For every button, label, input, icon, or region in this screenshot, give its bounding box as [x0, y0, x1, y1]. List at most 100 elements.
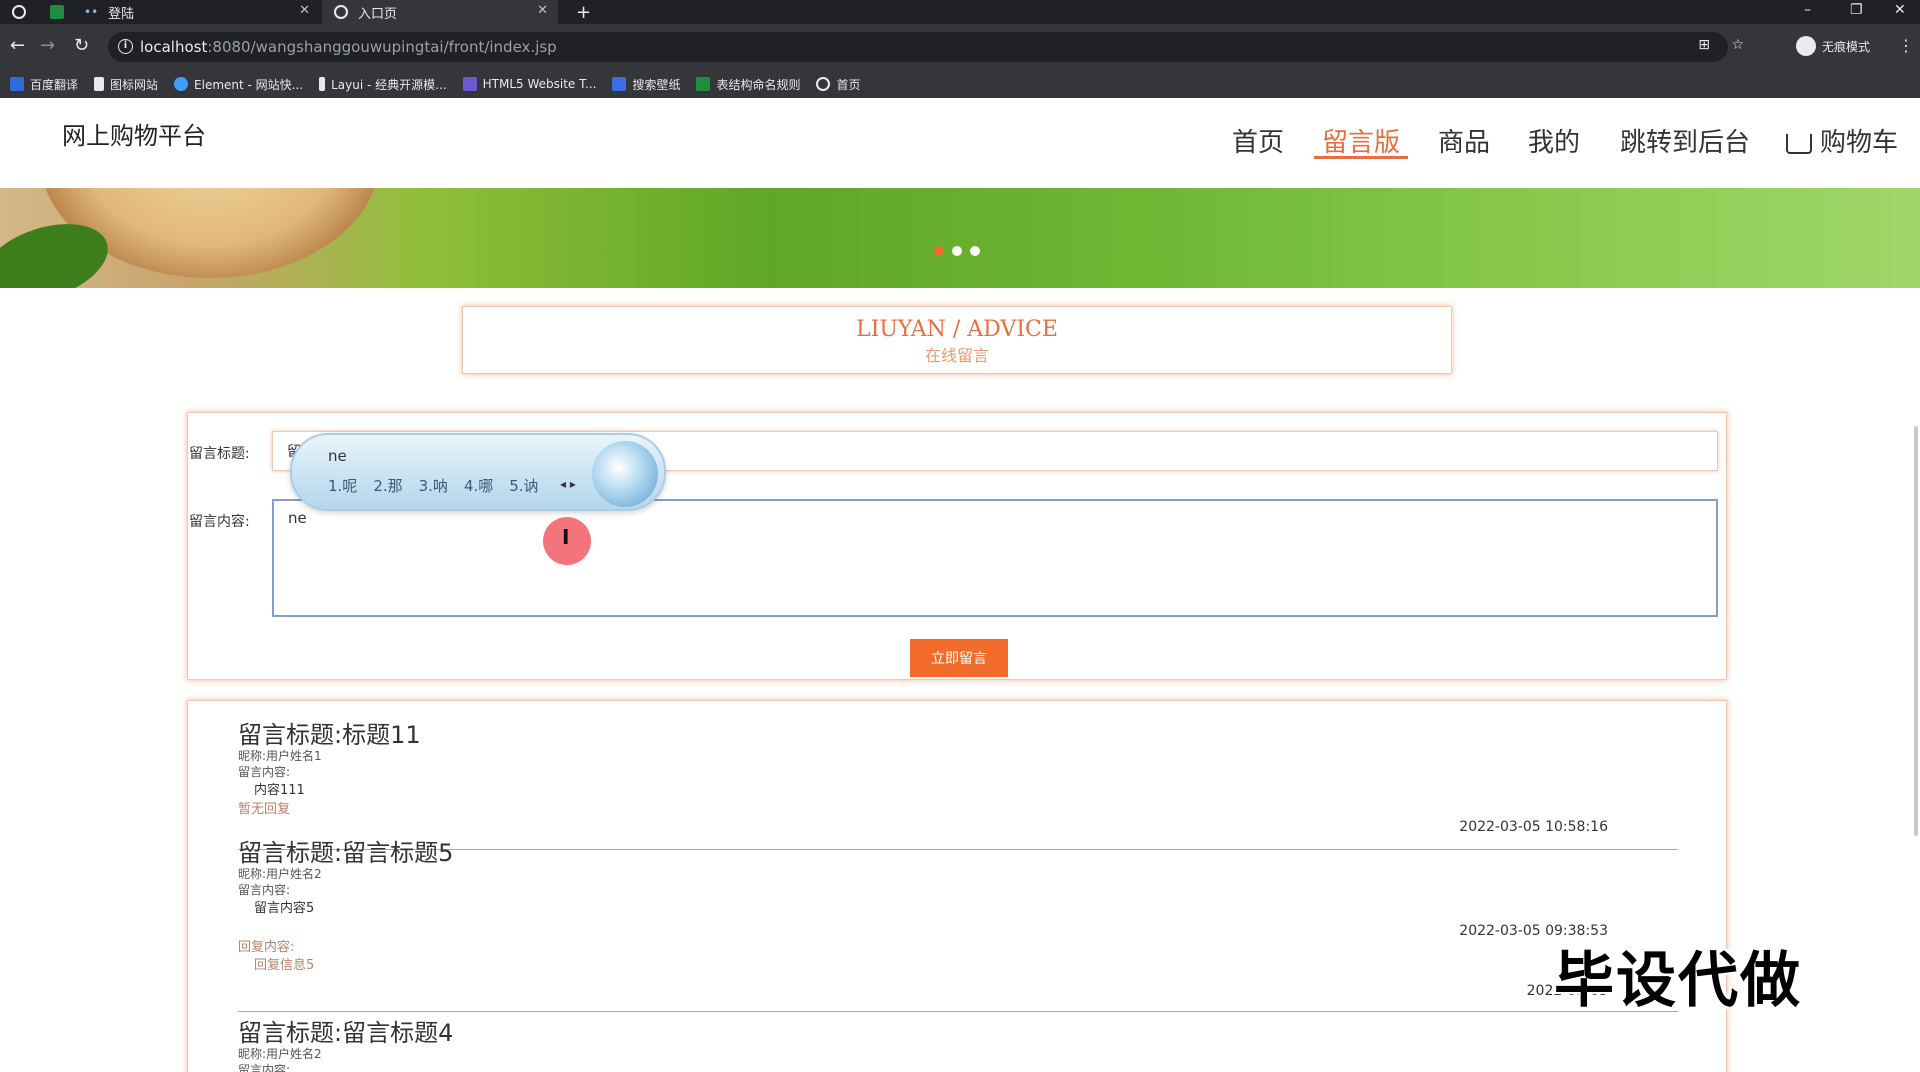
ime-candidate[interactable]: 1.呢	[328, 475, 357, 496]
globe-icon	[334, 5, 348, 19]
section-title-en: LIUYAN / ADVICE	[856, 317, 1058, 342]
reload-icon[interactable]: ↻	[74, 36, 89, 56]
incognito-indicator[interactable]: 无痕模式	[1796, 36, 1870, 56]
message-content: 内容111	[254, 783, 305, 798]
message-nickname: 昵称:用户姓名1	[238, 749, 322, 763]
nav-message-board[interactable]: 留言版	[1322, 122, 1400, 159]
bookmark-item[interactable]: 搜索壁纸	[612, 76, 680, 93]
bookmark-item[interactable]: Element - 网站快...	[174, 76, 303, 93]
element-icon	[174, 77, 189, 91]
sheet-icon	[50, 5, 64, 19]
message-content-label: 留言内容:	[238, 1063, 291, 1072]
bookmarks-bar: 百度翻译 图标网站 Element - 网站快... Layui - 经典开源模…	[0, 70, 1920, 98]
ime-candidates: 1.呢 2.那 3.呐 4.哪 5.讷	[328, 475, 539, 496]
browser-toolbar: ← → ↻ i localhost:8080/wangshanggouwupin…	[0, 24, 1920, 70]
incognito-icon	[1796, 36, 1816, 56]
banner-carousel[interactable]	[0, 188, 1920, 288]
bookmark-item[interactable]: 图标网站	[94, 76, 158, 93]
message-title: 留言标题:留言标题4	[238, 1019, 454, 1047]
web-page: 网上购物平台 首页 留言版 商品 我的 跳转到后台 购物车 LIUYAN / A…	[0, 98, 1920, 1072]
globe-icon	[816, 77, 831, 91]
new-tab-button[interactable]: +	[576, 0, 591, 24]
close-window-icon[interactable]: ✕	[1894, 2, 1906, 18]
ime-candidate[interactable]: 5.讷	[509, 475, 538, 496]
section-header: LIUYAN / ADVICE 在线留言	[462, 306, 1452, 374]
bookmark-item[interactable]: 百度翻译	[10, 76, 78, 93]
ime-candidate[interactable]: 2.那	[373, 475, 402, 496]
message-content-label: 留言内容:	[238, 765, 291, 779]
list-item: 留言标题:标题11 昵称:用户姓名1 留言内容: 内容111 暂无回复 2022…	[238, 721, 1678, 850]
message-divider	[238, 1011, 1678, 1012]
message-content-label: 留言内容:	[238, 883, 291, 897]
ime-page-arrows-icon[interactable]: ◂ ▸	[560, 477, 576, 491]
html5-icon	[462, 77, 477, 91]
page-scrollbar[interactable]	[1914, 426, 1918, 836]
url-text[interactable]: localhost:8080/wangshanggouwupingtai/fro…	[140, 38, 557, 56]
incognito-label: 无痕模式	[1822, 39, 1871, 54]
ime-candidate[interactable]: 4.哪	[464, 475, 493, 496]
nav-home[interactable]: 首页	[1232, 122, 1284, 159]
browser-menu-icon[interactable]: ⋮	[1898, 36, 1914, 55]
content-label: 留言内容:	[189, 514, 250, 530]
text-cursor-icon: I	[562, 525, 570, 549]
info-icon[interactable]: i	[118, 39, 133, 54]
message-title: 留言标题:留言标题5	[238, 839, 454, 867]
message-list: 留言标题:标题11 昵称:用户姓名1 留言内容: 内容111 暂无回复 2022…	[187, 700, 1727, 1072]
ime-skin-globe-icon	[592, 441, 658, 507]
nav-products[interactable]: 商品	[1438, 122, 1490, 159]
carousel-dot[interactable]	[934, 246, 944, 256]
message-nickname: 昵称:用户姓名2	[238, 1047, 322, 1061]
minimize-icon[interactable]: –	[1804, 2, 1811, 18]
carousel-dot[interactable]	[952, 246, 962, 256]
translate-icon[interactable]: ⊞	[1698, 37, 1710, 53]
app-icon: ••	[84, 5, 99, 19]
message-content: 留言内容5	[254, 901, 315, 916]
nav-cart[interactable]: 购物车	[1786, 122, 1898, 159]
close-tab-icon[interactable]: ✕	[299, 3, 310, 18]
tab-title: 入口页	[358, 6, 398, 22]
cart-icon	[1786, 133, 1812, 154]
tab-login[interactable]: •• 登陆 ✕	[84, 0, 320, 24]
forward-icon[interactable]: →	[40, 36, 55, 56]
list-item: 留言标题:留言标题4 昵称:用户姓名2 留言内容:	[238, 1019, 1678, 1072]
nav-backend[interactable]: 跳转到后台	[1620, 122, 1750, 159]
content-textarea[interactable]: ne	[272, 499, 1718, 617]
baidu-translate-icon	[10, 77, 24, 91]
section-title-cn: 在线留言	[924, 346, 989, 365]
carousel-dot[interactable]	[970, 246, 980, 256]
watermark-text: 毕设代做	[1554, 946, 1802, 1016]
bookmark-item[interactable]: HTML5 Website T...	[462, 77, 596, 91]
browser-tab-strip: •• 登陆 ✕ 入口页 ✕ + – ❐ ✕	[0, 0, 1920, 24]
site-title[interactable]: 网上购物平台	[62, 116, 206, 151]
tab-pinned-globe[interactable]	[12, 0, 36, 24]
submit-message-button[interactable]: 立即留言	[910, 639, 1008, 677]
tab-title: 登陆	[108, 6, 135, 22]
ime-candidate[interactable]: 3.呐	[419, 475, 448, 496]
close-tab-icon[interactable]: ✕	[537, 3, 548, 18]
list-item: 留言标题:留言标题5 昵称:用户姓名2 留言内容: 留言内容5 回复内容: 回复…	[238, 839, 1678, 1012]
bookmark-item[interactable]: 表结构命名规则	[696, 76, 800, 93]
carousel-dots	[934, 246, 980, 256]
title-label: 留言标题:	[189, 446, 250, 462]
layui-icon	[319, 77, 326, 91]
message-reply-content: 回复信息5	[254, 958, 315, 973]
globe-icon	[12, 5, 26, 19]
message-time: 2022-03-05 10:58:16	[1459, 819, 1608, 835]
wallpaper-icon	[612, 77, 627, 91]
flag-icon	[94, 77, 105, 91]
message-reply-label: 回复内容:	[238, 940, 295, 955]
back-icon[interactable]: ←	[10, 36, 25, 56]
bookmark-item[interactable]: Layui - 经典开源模...	[319, 76, 447, 93]
ime-composition: ne	[328, 447, 347, 465]
bookmark-item[interactable]: 首页	[816, 76, 861, 93]
bookmark-star-icon[interactable]: ☆	[1731, 37, 1744, 53]
address-bar[interactable]: i localhost:8080/wangshanggouwupingtai/f…	[108, 32, 1744, 62]
restore-icon[interactable]: ❐	[1850, 2, 1863, 18]
message-reply-label: 暂无回复	[238, 802, 291, 817]
tab-entry[interactable]: 入口页 ✕	[322, 0, 558, 24]
tab-pinned-sheet[interactable]	[50, 0, 74, 24]
ime-candidate-popup: ne 1.呢 2.那 3.呐 4.哪 5.讷 ◂ ▸	[290, 433, 666, 511]
nav-active-underline	[1314, 156, 1408, 159]
message-title: 留言标题:标题11	[238, 721, 421, 749]
nav-mine[interactable]: 我的	[1528, 122, 1580, 159]
